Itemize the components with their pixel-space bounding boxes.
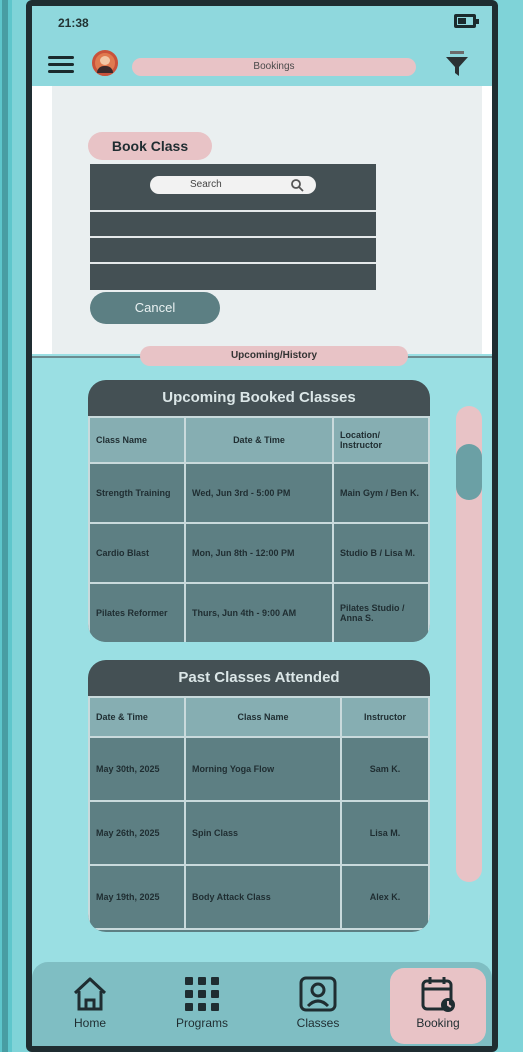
search-result-row[interactable] [90,210,376,236]
search-placeholder: Search [190,179,222,190]
table-cell: Wed, Jun 3rd - 5:00 PM [184,462,334,524]
past-classes-card: Past Classes Attended Date & Time Class … [88,660,430,932]
filter-icon[interactable] [444,50,470,78]
upcoming-classes-title: Upcoming Booked Classes [88,380,430,416]
screen: 21:38 Bookings Book Class Search Cancel … [32,6,492,1046]
table-row[interactable]: May 19th, 2025 Body Attack Class Alex K. [88,864,430,930]
hamburger-menu-icon[interactable] [48,56,74,74]
tab-upcoming-history[interactable]: Upcoming/History [140,346,408,366]
search-result-row[interactable] [90,262,376,288]
table-cell: Pilates Studio / Anna S. [332,582,430,642]
table-row[interactable]: Cardio Blast Mon, Jun 8th - 12:00 PM Stu… [88,522,430,584]
table-row[interactable]: May 30th, 2025 Morning Yoga Flow Sam K. [88,736,430,802]
table-cell: Strength Training [88,462,186,524]
nav-classes-label: Classes [296,1016,340,1030]
past-classes-table: Date & Time Class Name Instructor May 30… [88,696,430,930]
table-cell: Alex K. [340,864,430,930]
table-cell: Cardio Blast [88,522,186,584]
table-cell: Thurs, Jun 4th - 9:00 AM [184,582,334,642]
class-icon [299,976,337,1012]
nav-classes[interactable]: Classes [270,968,366,1044]
table-cell: Morning Yoga Flow [184,736,342,802]
table-cell: Spin Class [184,800,342,866]
table-cell: Studio B / Lisa M. [332,522,430,584]
nav-programs[interactable]: Programs [154,968,250,1044]
grid-icon [185,977,219,1011]
class-search-box: Search [90,164,376,290]
table-cell: Main Gym / Ben K. [332,462,430,524]
table-row[interactable]: Strength Training Wed, Jun 3rd - 5:00 PM… [88,462,430,524]
book-class-panel: Book Class Search Cancel [32,86,492,354]
column-header: Date & Time [184,416,334,464]
upcoming-classes-table: Class Name Date & Time Location/ Instruc… [88,416,430,642]
nav-booking-label: Booking [416,1016,460,1030]
table-cell: May 30th, 2025 [88,736,186,802]
calendar-icon [421,977,455,1012]
table-cell: May 26th, 2025 [88,800,186,866]
column-header: Location/ Instructor [332,416,430,464]
table-cell: May 19th, 2025 [88,864,186,930]
avatar[interactable] [92,50,118,76]
column-header: Class Name [184,696,342,738]
phone-frame: 21:38 Bookings Book Class Search Cancel … [26,0,498,1052]
book-class-title: Book Class [88,132,212,160]
table-cell: Lisa M. [340,800,430,866]
column-header: Date & Time [88,696,186,738]
search-input[interactable]: Search [150,176,316,194]
past-classes-title: Past Classes Attended [88,660,430,696]
status-bar: 21:38 [32,6,492,42]
search-icon[interactable] [290,178,304,192]
scrollbar-thumb[interactable] [456,444,482,500]
battery-icon [454,14,479,28]
search-result-row[interactable] [90,236,376,262]
column-header: Class Name [88,416,186,464]
table-cell: Body Attack Class [184,864,342,930]
home-icon [73,977,107,1011]
nav-programs-label: Programs [175,1016,228,1030]
page-title: Bookings [132,58,416,76]
table-cell: Sam K. [340,736,430,802]
top-nav: Bookings [32,42,492,86]
table-cell: Mon, Jun 8th - 12:00 PM [184,522,334,584]
column-header: Instructor [340,696,430,738]
cancel-button[interactable]: Cancel [90,292,220,324]
nav-booking[interactable]: Booking [390,968,486,1044]
adjacent-screen-edge [0,0,12,1052]
bottom-nav: Home Programs Classes Booking [32,962,492,1046]
table-row[interactable]: Pilates Reformer Thurs, Jun 4th - 9:00 A… [88,582,430,642]
nav-home[interactable]: Home [42,968,138,1044]
upcoming-classes-card: Upcoming Booked Classes Class Name Date … [88,380,430,642]
nav-home-label: Home [73,1016,106,1030]
table-row[interactable]: May 26th, 2025 Spin Class Lisa M. [88,800,430,866]
status-time: 21:38 [58,16,89,30]
table-cell: Pilates Reformer [88,582,186,642]
